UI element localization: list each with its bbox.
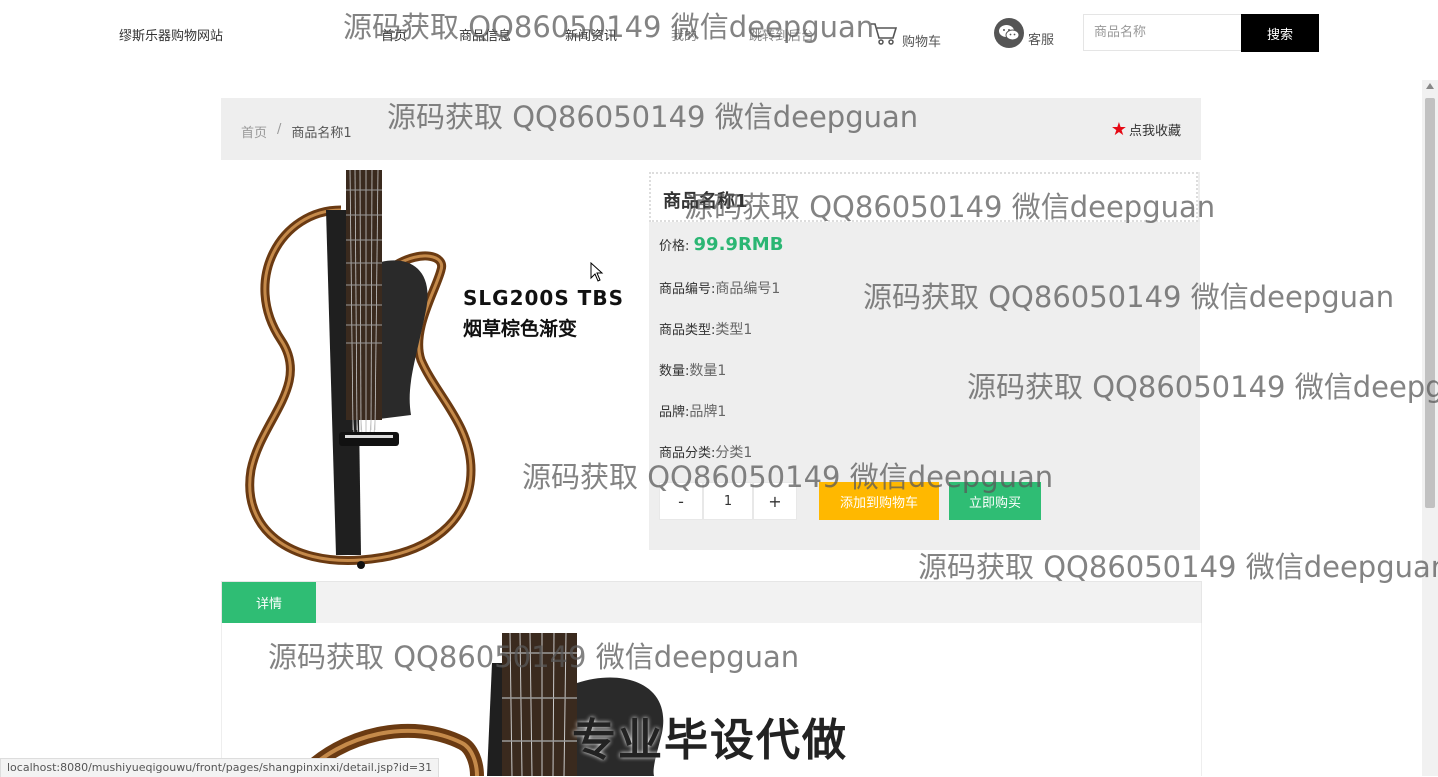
price-label: 价格: <box>659 239 690 254</box>
customer-service-link[interactable]: 客服 <box>994 18 1054 48</box>
field-row-quantity: 数量:数量1 <box>659 360 726 380</box>
product-image: SLG200S TBS 烟草棕色渐变 <box>221 169 641 570</box>
image-caption-color: 烟草棕色渐变 <box>463 318 578 340</box>
quantity-plus-button[interactable]: + <box>753 482 797 520</box>
field-label: 数量: <box>659 364 690 379</box>
breadcrumb-bar: 首页 / 商品名称1 ★ 点我收藏 <box>221 98 1201 160</box>
breadcrumb-home[interactable]: 首页 <box>241 122 267 141</box>
product-title: 商品名称1 <box>649 172 1198 222</box>
price-row: 价格: 99.9RMB <box>659 234 783 255</box>
quantity-stepper: - 1 + <box>659 482 797 520</box>
field-value: 商品编号1 <box>715 281 781 297</box>
nav-news[interactable]: 新闻资讯 <box>565 25 617 44</box>
nav-mine[interactable]: 我的 <box>671 25 697 44</box>
image-caption: SLG200S TBS 烟草棕色渐变 <box>463 286 624 341</box>
site-name[interactable]: 缪斯乐器购物网站 <box>119 25 223 44</box>
wechat-icon <box>994 18 1024 48</box>
nav-products[interactable]: 商品信息 <box>459 25 511 44</box>
field-value: 数量1 <box>689 363 727 379</box>
field-value: 品牌1 <box>689 404 727 420</box>
page-scrollbar[interactable] <box>1422 80 1438 776</box>
product-info-panel: 商品名称1 价格: 99.9RMB 商品编号:商品编号1 商品类型:类型1 数量… <box>649 172 1200 550</box>
mouse-cursor-icon <box>590 261 604 286</box>
add-to-cart-button[interactable]: 添加到购物车 <box>819 482 939 520</box>
quantity-minus-button[interactable]: - <box>659 482 703 520</box>
service-label: 客服 <box>1028 33 1055 48</box>
tab-details[interactable]: 详情 <box>222 582 316 623</box>
star-icon: ★ <box>1110 118 1127 140</box>
quantity-input[interactable]: 1 <box>703 482 753 520</box>
cart-label: 购物车 <box>902 35 942 50</box>
banner-watermark: 专业毕设代做 <box>572 715 848 766</box>
cart-link[interactable]: 购物车 <box>870 22 941 50</box>
browser-status-url: localhost:8080/mushiyueqigouwu/front/pag… <box>0 758 440 777</box>
field-label: 商品分类: <box>659 446 716 461</box>
field-row-category: 商品分类:分类1 <box>659 442 752 462</box>
top-navigation: 缪斯乐器购物网站 首页 商品信息 新闻资讯 我的 跳转到后台 购物车 客服 搜索 <box>0 0 1438 68</box>
search-button[interactable]: 搜索 <box>1241 14 1319 52</box>
buy-now-button[interactable]: 立即购买 <box>949 482 1041 520</box>
detail-tabs: 详情 <box>221 581 1202 624</box>
breadcrumb-separator: / <box>277 122 282 137</box>
field-label: 商品编号: <box>659 282 716 297</box>
guitar-image <box>245 169 476 569</box>
price-value: 99.9RMB <box>693 234 784 255</box>
cart-icon <box>870 22 898 50</box>
favorite-label: 点我收藏 <box>1128 124 1181 139</box>
scrollbar-thumb[interactable] <box>1425 98 1435 508</box>
nav-admin[interactable]: 跳转到后台 <box>749 25 814 44</box>
watermark: 源码获取 QQ86050149 微信deepguan <box>918 550 1438 584</box>
field-label: 商品类型: <box>659 323 716 338</box>
field-label: 品牌: <box>659 405 690 420</box>
field-row-code: 商品编号:商品编号1 <box>659 278 780 298</box>
breadcrumb: 首页 / 商品名称1 <box>241 122 352 141</box>
field-value: 类型1 <box>715 322 753 338</box>
field-value: 分类1 <box>715 445 753 461</box>
scroll-up-arrow-icon[interactable] <box>1426 83 1434 89</box>
nav-home[interactable]: 首页 <box>381 25 407 44</box>
field-row-brand: 品牌:品牌1 <box>659 401 726 421</box>
breadcrumb-current: 商品名称1 <box>291 126 352 141</box>
search-input[interactable] <box>1083 14 1241 51</box>
favorite-button[interactable]: ★ 点我收藏 <box>1111 120 1181 139</box>
field-row-type: 商品类型:类型1 <box>659 319 752 339</box>
image-caption-model: SLG200S TBS <box>463 286 624 310</box>
